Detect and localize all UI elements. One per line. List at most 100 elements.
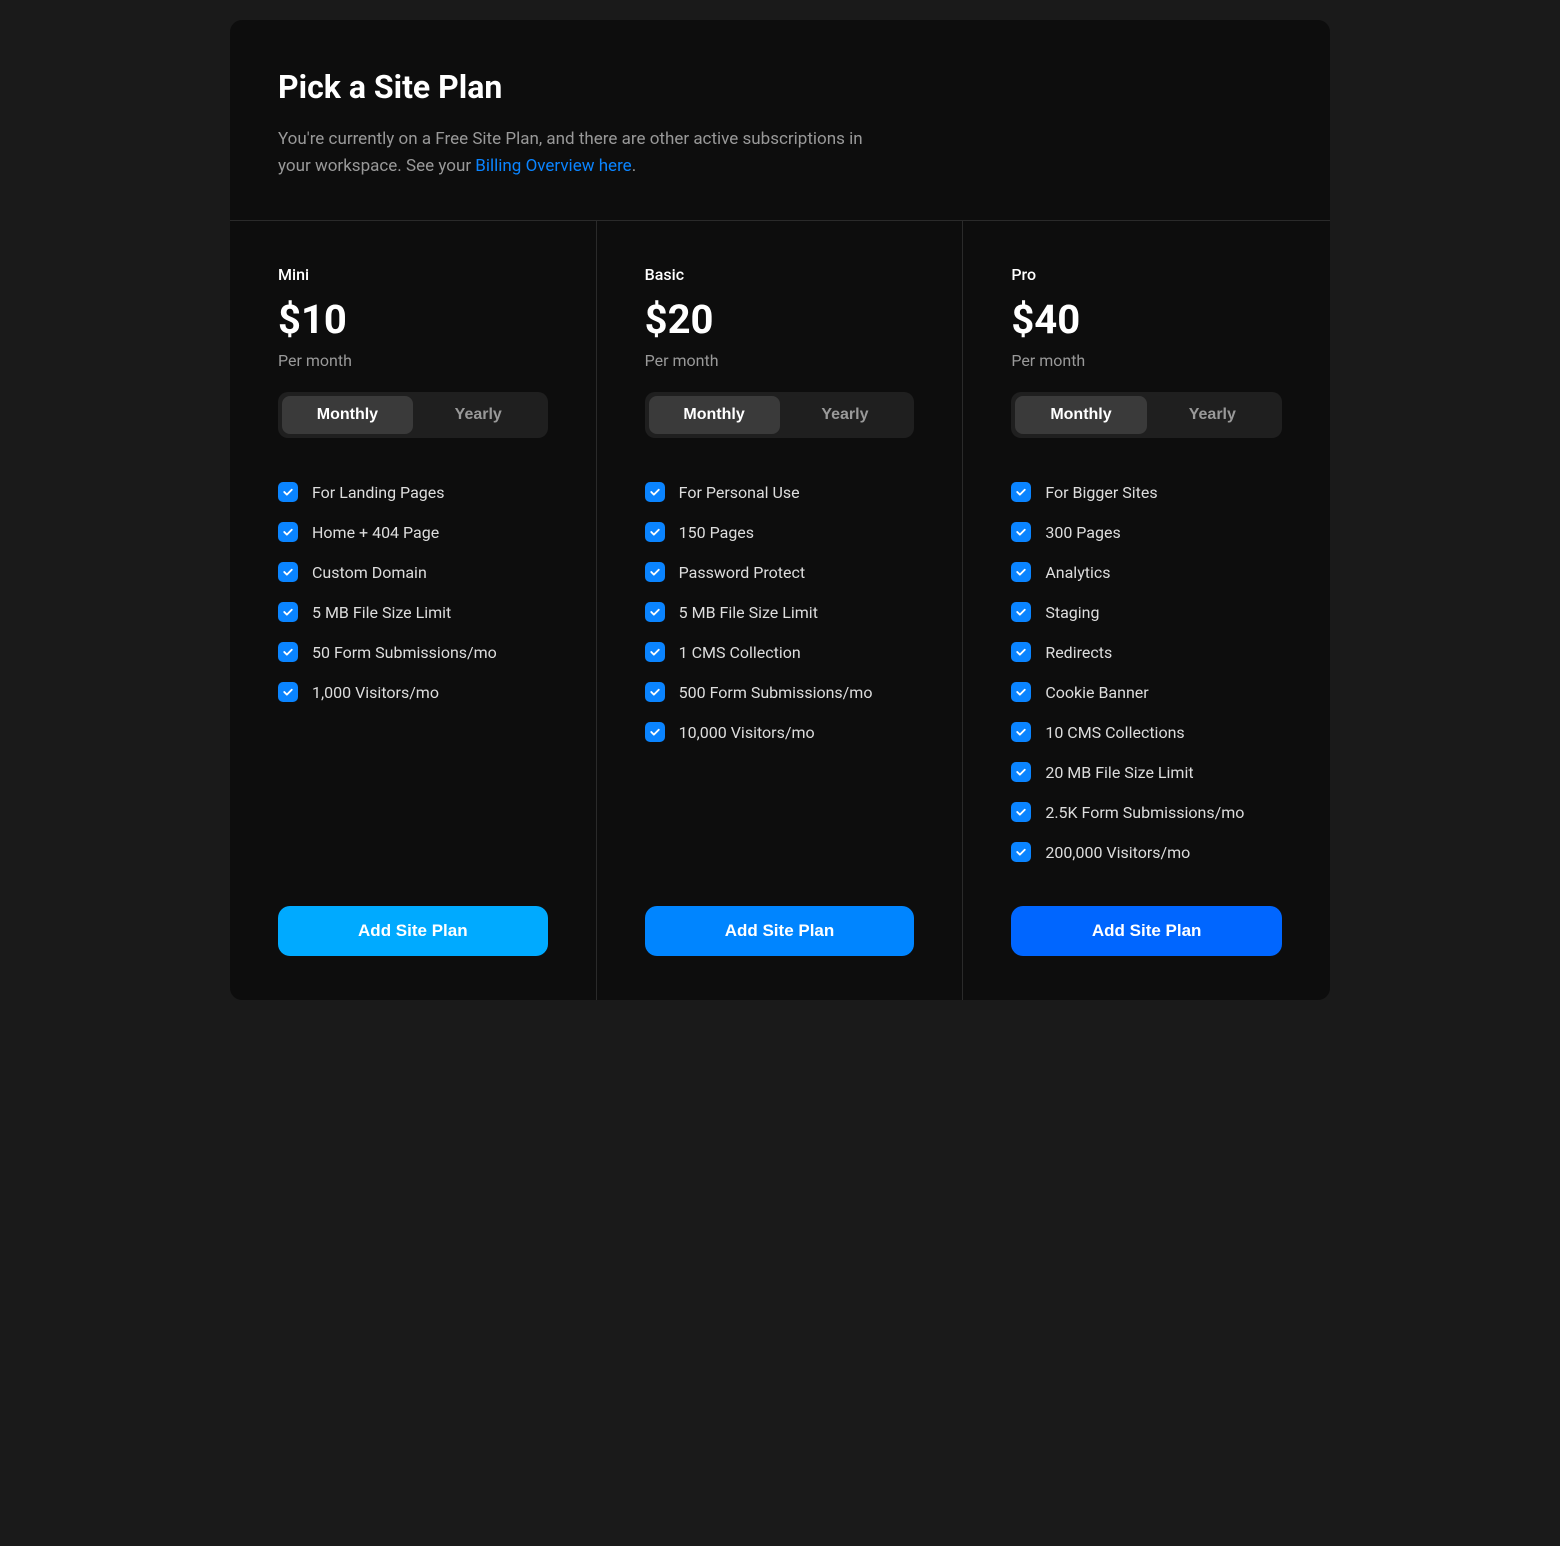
page-title: Pick a Site Plan [278,68,1282,106]
check-icon [278,682,298,702]
feature-item: 300 Pages [1011,522,1282,542]
feature-text: Redirects [1045,643,1112,662]
feature-text: 10 CMS Collections [1045,723,1184,742]
feature-text: For Landing Pages [312,483,445,502]
plan-name: Pro [1011,265,1282,284]
feature-text: 1 CMS Collection [679,643,801,662]
check-icon [1011,562,1031,582]
billing-toggle: Monthly Yearly [278,392,548,438]
check-icon [278,482,298,502]
plan-price: $40 [1011,296,1282,343]
billing-toggle: Monthly Yearly [645,392,915,438]
check-icon [1011,642,1031,662]
feature-item: Analytics [1011,562,1282,582]
check-icon [645,722,665,742]
feature-text: For Bigger Sites [1045,483,1157,502]
feature-item: For Landing Pages [278,482,548,502]
feature-item: Password Protect [645,562,915,582]
feature-item: 500 Form Submissions/mo [645,682,915,702]
feature-text: 2.5K Form Submissions/mo [1045,803,1244,822]
check-icon [278,562,298,582]
page-subtitle: You're currently on a Free Site Plan, an… [278,126,878,180]
feature-text: Analytics [1045,563,1110,582]
feature-item: 5 MB File Size Limit [278,602,548,622]
check-icon [1011,722,1031,742]
check-icon [1011,482,1031,502]
feature-item: Cookie Banner [1011,682,1282,702]
feature-text: 300 Pages [1045,523,1120,542]
feature-text: For Personal Use [679,483,800,502]
plan-price: $10 [278,296,548,343]
check-icon [1011,522,1031,542]
toggle-yearly[interactable]: Yearly [413,396,544,434]
check-icon [1011,602,1031,622]
check-icon [645,642,665,662]
features-list: For Landing Pages Home + 404 Page Custom… [278,482,548,862]
feature-text: 10,000 Visitors/mo [679,723,815,742]
feature-item: 10,000 Visitors/mo [645,722,915,742]
feature-item: For Bigger Sites [1011,482,1282,502]
feature-text: 200,000 Visitors/mo [1045,843,1190,862]
feature-item: 1,000 Visitors/mo [278,682,548,702]
check-icon [1011,842,1031,862]
plan-name: Basic [645,265,915,284]
toggle-yearly[interactable]: Yearly [780,396,911,434]
feature-item: 20 MB File Size Limit [1011,762,1282,782]
toggle-yearly[interactable]: Yearly [1147,396,1278,434]
feature-text: Custom Domain [312,563,427,582]
feature-item: 150 Pages [645,522,915,542]
modal-header: Pick a Site Plan You're currently on a F… [230,20,1330,220]
feature-text: 5 MB File Size Limit [679,603,818,622]
billing-toggle: Monthly Yearly [1011,392,1282,438]
subtitle-text-end: . [632,156,636,176]
check-icon [645,562,665,582]
check-icon [1011,762,1031,782]
add-site-plan-button[interactable]: Add Site Plan [645,906,915,956]
toggle-monthly[interactable]: Monthly [1015,396,1146,434]
plan-period: Per month [645,351,915,370]
check-icon [278,522,298,542]
feature-item: 1 CMS Collection [645,642,915,662]
feature-item: 200,000 Visitors/mo [1011,842,1282,862]
toggle-monthly[interactable]: Monthly [649,396,780,434]
check-icon [645,602,665,622]
feature-text: 1,000 Visitors/mo [312,683,439,702]
add-site-plan-button[interactable]: Add Site Plan [1011,906,1282,956]
plan-period: Per month [278,351,548,370]
feature-item: Redirects [1011,642,1282,662]
feature-item: 50 Form Submissions/mo [278,642,548,662]
plan-period: Per month [1011,351,1282,370]
check-icon [645,522,665,542]
plan-price: $20 [645,296,915,343]
feature-item: For Personal Use [645,482,915,502]
check-icon [278,642,298,662]
features-list: For Personal Use 150 Pages Password Prot… [645,482,915,862]
feature-item: 10 CMS Collections [1011,722,1282,742]
feature-text: Home + 404 Page [312,523,439,542]
check-icon [645,682,665,702]
feature-text: 500 Form Submissions/mo [679,683,873,702]
plan-pro: Pro $40 Per month Monthly Yearly For Big… [963,221,1330,1000]
feature-item: 2.5K Form Submissions/mo [1011,802,1282,822]
billing-overview-link[interactable]: Billing Overview here [475,156,631,176]
plan-basic: Basic $20 Per month Monthly Yearly For P… [597,221,964,1000]
feature-text: Staging [1045,603,1099,622]
feature-text: 50 Form Submissions/mo [312,643,497,662]
feature-text: Cookie Banner [1045,683,1148,702]
toggle-monthly[interactable]: Monthly [282,396,413,434]
check-icon [1011,802,1031,822]
feature-item: Custom Domain [278,562,548,582]
feature-item: Home + 404 Page [278,522,548,542]
feature-item: 5 MB File Size Limit [645,602,915,622]
feature-item: Staging [1011,602,1282,622]
check-icon [1011,682,1031,702]
add-site-plan-button[interactable]: Add Site Plan [278,906,548,956]
check-icon [278,602,298,622]
pricing-modal: Pick a Site Plan You're currently on a F… [230,20,1330,1000]
plan-name: Mini [278,265,548,284]
plans-grid: Mini $10 Per month Monthly Yearly For La… [230,220,1330,1000]
features-list: For Bigger Sites 300 Pages Analytics Sta… [1011,482,1282,862]
check-icon [645,482,665,502]
feature-text: 150 Pages [679,523,754,542]
feature-text: Password Protect [679,563,805,582]
